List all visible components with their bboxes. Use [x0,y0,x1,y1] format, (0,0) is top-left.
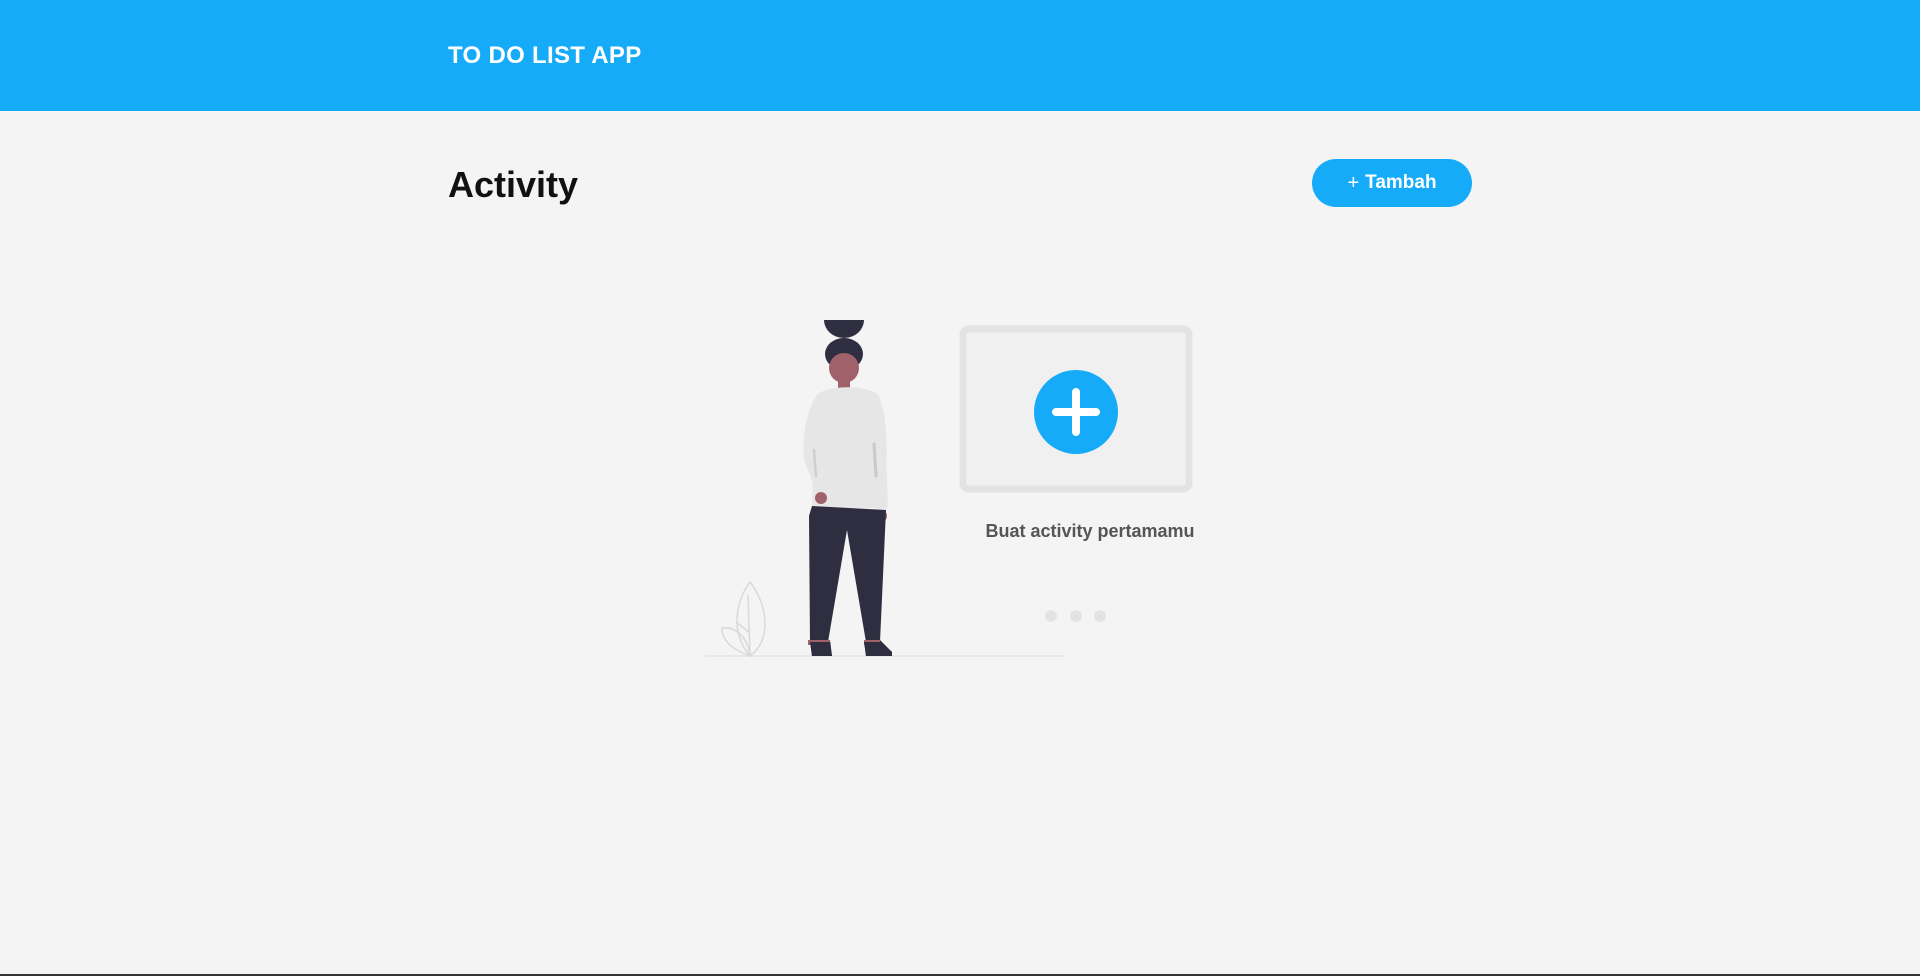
app-title: TO DO LIST APP [448,42,642,69]
plus-circle-icon [1034,370,1118,454]
dots-indicator [1045,610,1106,622]
add-activity-button-label: Tambah [1365,172,1437,193]
page-title: Activity [448,164,579,205]
person-illustration [803,320,892,656]
empty-state-illustration [705,320,1193,658]
plus-icon: + [1347,172,1360,194]
empty-state[interactable]: Buat activity pertamamu [700,320,1220,660]
add-activity-button[interactable]: + Tambah [1312,159,1472,207]
empty-state-message: Buat activity pertamamu [985,521,1195,541]
app-header: TO DO LIST APP [0,0,1920,111]
leaf-icon [721,580,766,658]
